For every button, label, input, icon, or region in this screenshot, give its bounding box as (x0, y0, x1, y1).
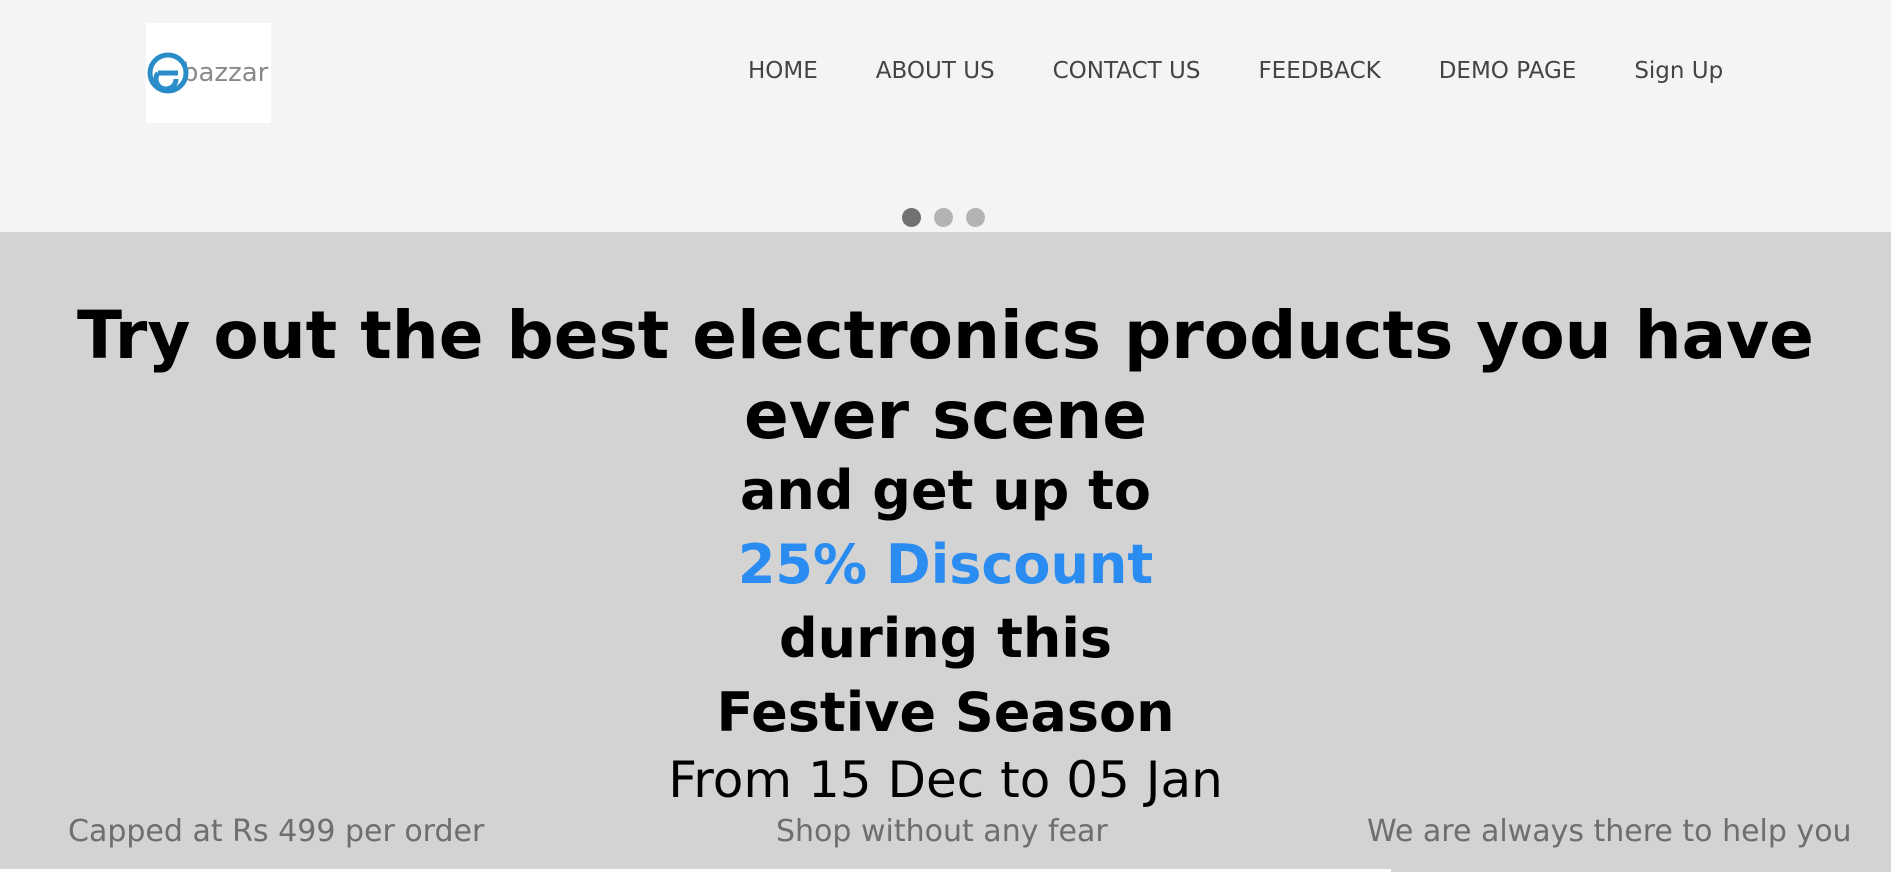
hero-line-during-this: during this (778, 607, 1113, 670)
carousel-dot-1[interactable] (902, 208, 921, 227)
hero-headline: Try out the best electronics products yo… (77, 297, 1814, 454)
hero-festive-season: Festive Season (716, 681, 1175, 744)
hero-banner: Try out the best electronics products yo… (0, 232, 1891, 872)
carousel-indicators (902, 208, 985, 227)
nav-feedback[interactable]: FEEDBACK (1258, 58, 1380, 84)
hero-line-get-up-to: and get up to (739, 459, 1152, 522)
tagline-cap: Capped at Rs 499 per order (68, 814, 485, 849)
ebazzar-e-icon (147, 52, 189, 94)
tagline-shop: Shop without any fear (776, 814, 1108, 849)
nav-home[interactable]: HOME (748, 58, 818, 84)
nav-sign-up[interactable]: Sign Up (1634, 58, 1723, 84)
nav-demo-page[interactable]: DEMO PAGE (1439, 58, 1577, 84)
logo-text: bazzar (182, 58, 269, 88)
site-header: bazzar HOME ABOUT US CONTACT US FEEDBACK… (0, 0, 1891, 232)
hero-date-range: From 15 Dec to 05 Jan (668, 751, 1223, 809)
site-logo[interactable]: bazzar (146, 23, 271, 123)
tagline-help: We are always there to help you (1367, 814, 1852, 849)
nav-about-us[interactable]: ABOUT US (876, 58, 995, 84)
nav-contact-us[interactable]: CONTACT US (1053, 58, 1201, 84)
main-nav: HOME ABOUT US CONTACT US FEEDBACK DEMO P… (748, 58, 1723, 84)
carousel-dot-3[interactable] (966, 208, 985, 227)
hero-discount: 25% Discount (737, 533, 1154, 596)
carousel-dot-2[interactable] (934, 208, 953, 227)
